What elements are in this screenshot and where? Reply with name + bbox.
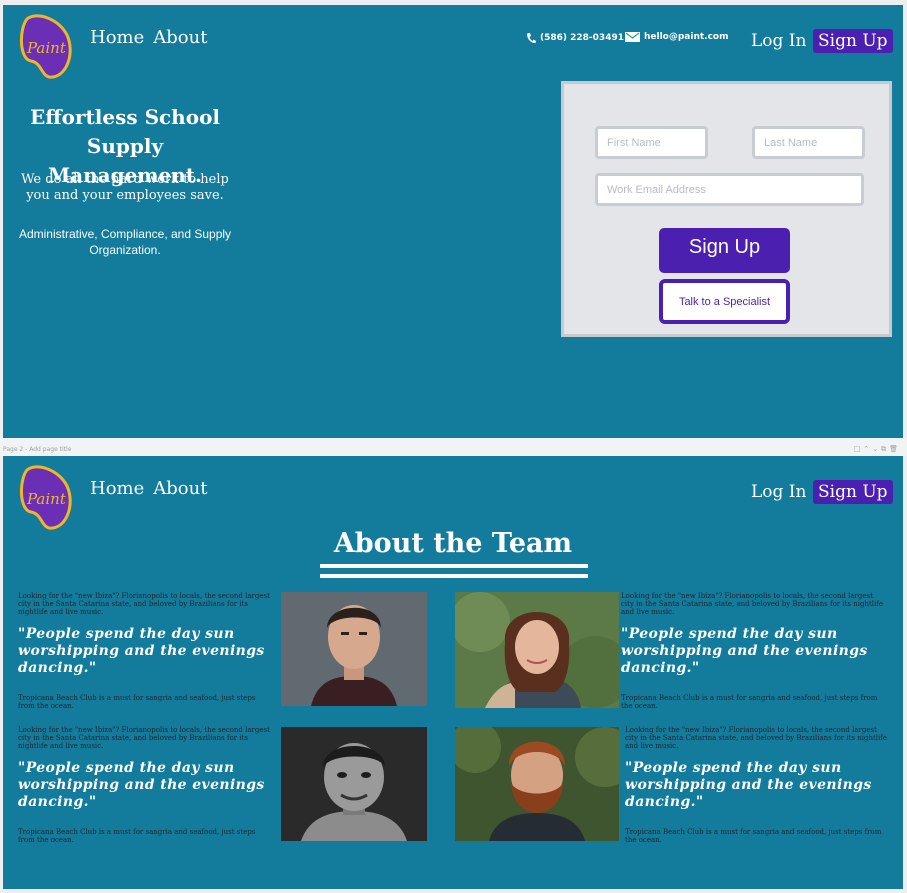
team-photo-bearded-man: [455, 727, 619, 841]
card-footer: Tropicana Beach Club is a must for sangr…: [18, 828, 256, 844]
login-link[interactable]: Log In: [751, 31, 806, 51]
landing-page: Paint Home About (586) 228-03491 hello@pa…: [3, 5, 903, 438]
envelope-icon: [625, 32, 640, 42]
team-title: About the Team: [333, 528, 573, 559]
work-email-input[interactable]: Work Email Address: [595, 173, 864, 206]
team-photo-man-1: [281, 592, 427, 706]
nav-home[interactable]: Home: [90, 478, 144, 499]
card-intro: Looking for the "new Ibiza"? Florianopol…: [621, 592, 883, 616]
phone-icon: [527, 33, 536, 44]
page-controls[interactable]: □⌃⌄⧉🗑: [854, 445, 901, 454]
card-intro: Looking for the "new Ibiza"? Florianopol…: [18, 592, 270, 616]
about-page: Paint Home About Log In Sign Up About the…: [3, 456, 903, 889]
card-quote: "People spend the day sun worshipping an…: [18, 626, 265, 676]
team-photo-man-2: [281, 727, 427, 841]
last-name-input[interactable]: Last Name: [752, 126, 865, 159]
card-quote: "People spend the day sun worshipping an…: [621, 626, 868, 676]
main-nav: Home About: [90, 27, 216, 48]
card-footer: Tropicana Beach Club is a must for sangr…: [625, 828, 882, 844]
signup-button-top[interactable]: Sign Up: [813, 29, 893, 53]
hero-tagline: Administrative, Compliance, and Supply O…: [18, 227, 232, 257]
card-quote: "People spend the day sun worshipping an…: [18, 760, 265, 810]
card-footer: Tropicana Beach Club is a must for sangr…: [18, 694, 256, 710]
first-name-input[interactable]: First Name: [595, 126, 708, 159]
title-rule-top: [320, 564, 588, 568]
paint-logo[interactable]: Paint: [17, 464, 73, 530]
nav-about[interactable]: About: [153, 478, 207, 499]
paint-logo[interactable]: Paint: [17, 13, 73, 79]
main-nav: Home About: [90, 478, 216, 499]
team-card-text: Looking for the "new Ibiza"? Florianopol…: [18, 726, 270, 844]
page-label: Page 2 - Add page title: [3, 446, 72, 453]
talk-to-specialist-button[interactable]: Talk to a Specialist: [659, 279, 790, 324]
nav-home[interactable]: Home: [90, 27, 144, 48]
hero-subtitle: We do all the hard work to help you and …: [21, 172, 229, 203]
team-card-text: Looking for the "new Ibiza"? Florianopol…: [18, 592, 270, 710]
nav-about[interactable]: About: [153, 27, 207, 48]
card-quote: "People spend the day sun worshipping an…: [625, 760, 872, 810]
add-page-title[interactable]: Add page title: [29, 446, 71, 453]
signup-form: First Name Last Name Work Email Address …: [561, 81, 892, 337]
card-intro: Looking for the "new Ibiza"? Florianopol…: [625, 726, 887, 750]
contact-phone[interactable]: (586) 228-03491: [526, 32, 624, 44]
card-footer: Tropicana Beach Club is a must for sangr…: [621, 694, 878, 710]
team-photo-woman: [455, 592, 619, 708]
signup-submit-button[interactable]: Sign Up: [659, 228, 790, 273]
team-card-text: Looking for the "new Ibiza"? Florianopol…: [621, 592, 883, 710]
title-rule-bottom: [320, 574, 588, 578]
contact-email[interactable]: hello@paint.com: [625, 32, 729, 42]
logo-text: Paint: [26, 490, 67, 508]
page-separator: Page 2 - Add page title □⌃⌄⧉🗑: [0, 438, 907, 456]
email-address: hello@paint.com: [644, 32, 729, 42]
phone-number: (586) 228-03491: [540, 33, 624, 43]
login-link[interactable]: Log In: [751, 482, 806, 502]
card-intro: Looking for the "new Ibiza"? Florianopol…: [18, 726, 270, 750]
team-card-text: Looking for the "new Ibiza"? Florianopol…: [625, 726, 887, 844]
logo-text: Paint: [26, 39, 67, 57]
signup-button-top[interactable]: Sign Up: [813, 480, 893, 504]
